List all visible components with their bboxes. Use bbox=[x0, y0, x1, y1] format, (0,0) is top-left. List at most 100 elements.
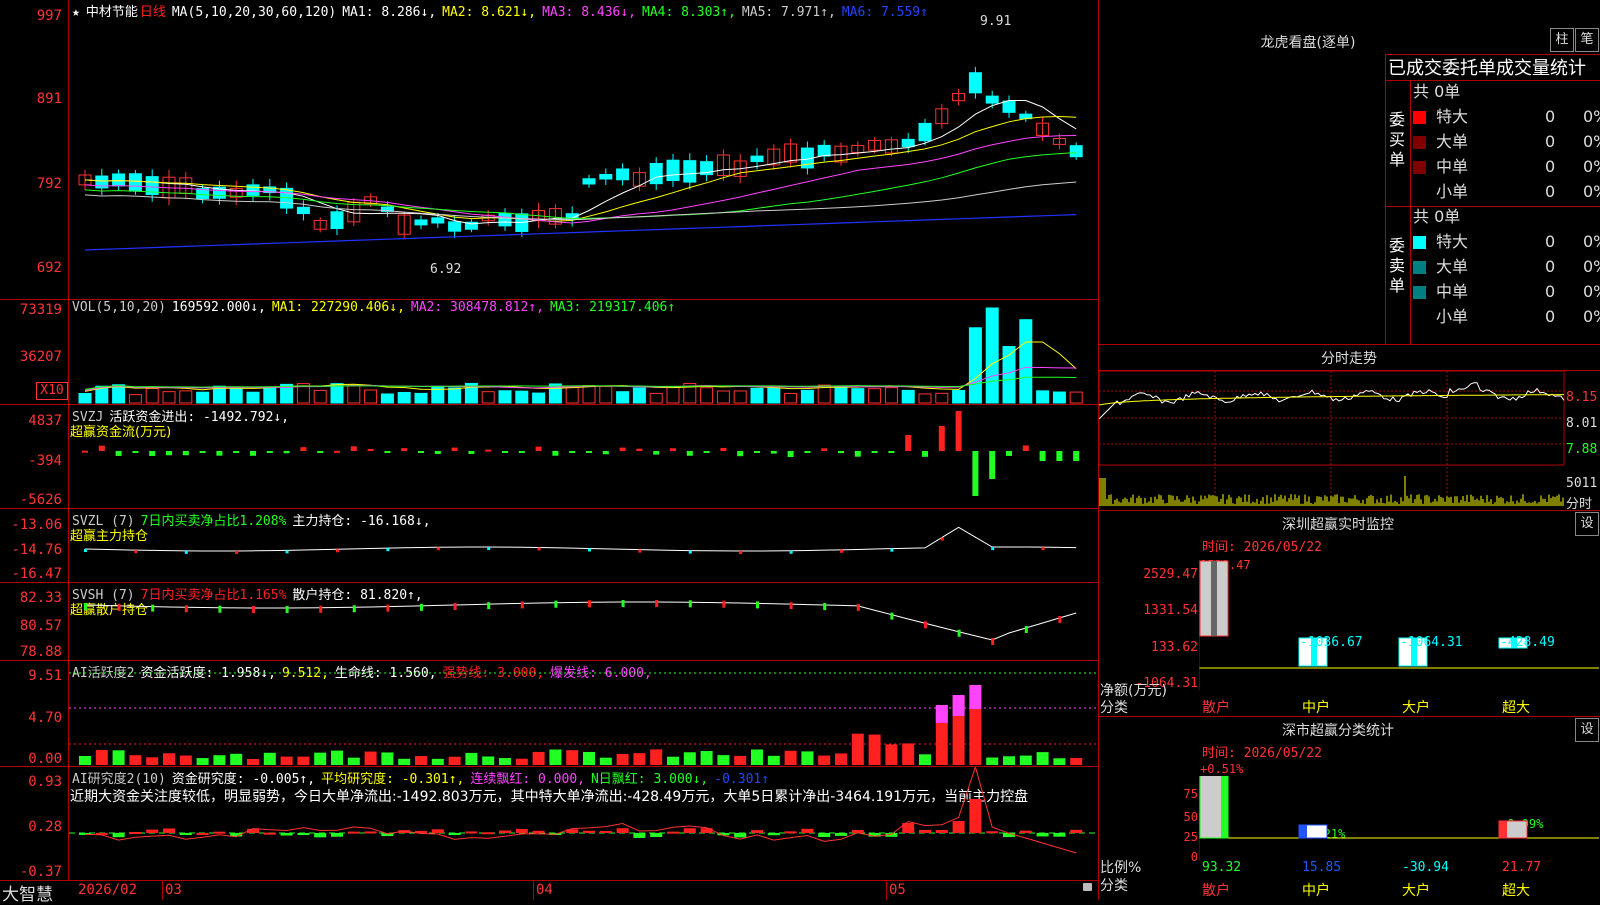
sh-ratio-chart[interactable] bbox=[1199, 776, 1600, 860]
row-pct: 0% bbox=[1583, 232, 1600, 251]
candle bbox=[582, 178, 596, 185]
panel-divider bbox=[1098, 716, 1600, 717]
activity-bar bbox=[919, 754, 931, 765]
indicator-tick bbox=[823, 603, 827, 611]
activity-bar bbox=[700, 751, 713, 765]
research-bar bbox=[650, 833, 663, 838]
research-bar bbox=[112, 833, 125, 838]
svzj-chart[interactable] bbox=[69, 405, 1098, 508]
svzl-chart[interactable] bbox=[69, 509, 1098, 582]
cat-medium: 中户 bbox=[1302, 883, 1330, 899]
indicator-tick bbox=[420, 603, 423, 611]
research-bar bbox=[482, 832, 495, 835]
flow-bar bbox=[972, 451, 979, 496]
bar-view-button[interactable]: 柱 bbox=[1550, 28, 1574, 52]
flow-bar bbox=[317, 451, 324, 453]
sell-row-0: 特大 0 0% bbox=[1413, 230, 1600, 254]
indicator-tick bbox=[789, 602, 793, 610]
activity-bar bbox=[247, 758, 259, 765]
buy-row-0: 特大 0 0% bbox=[1413, 105, 1600, 129]
flow-bar bbox=[737, 451, 744, 457]
flow-bar bbox=[670, 448, 676, 451]
date-tick: 03 bbox=[165, 882, 182, 898]
flow-bar bbox=[871, 451, 878, 453]
vol-unit-badge[interactable]: X10 bbox=[36, 382, 68, 400]
color-swatch bbox=[1413, 111, 1426, 124]
activity-bar bbox=[331, 750, 343, 765]
row-count: 0 bbox=[1545, 107, 1556, 126]
category-label: 分类 bbox=[1100, 878, 1128, 894]
sh-tick: 50 bbox=[1183, 810, 1198, 824]
flow-bar bbox=[804, 451, 811, 453]
research-bar bbox=[163, 828, 175, 833]
sz-tick: 133.62 bbox=[1151, 640, 1198, 655]
color-swatch bbox=[1413, 186, 1426, 199]
activity-bar bbox=[364, 751, 377, 765]
volume-bar bbox=[767, 387, 781, 404]
candle bbox=[918, 122, 932, 142]
indicator-tick bbox=[352, 605, 356, 613]
activity-bar bbox=[196, 758, 209, 765]
indicator-tick bbox=[117, 603, 121, 611]
row-pct: 0% bbox=[1583, 107, 1600, 126]
activity-bar bbox=[95, 749, 108, 765]
research-bar bbox=[683, 828, 696, 833]
indicator-tick bbox=[621, 600, 625, 608]
activity-bar bbox=[515, 758, 528, 765]
activity-bar bbox=[112, 750, 125, 765]
research-bar bbox=[263, 832, 276, 835]
flow-bar bbox=[653, 451, 660, 455]
indicator-tick bbox=[890, 612, 894, 620]
research-bar bbox=[734, 833, 747, 838]
tick-view-button[interactable]: 笔 bbox=[1575, 28, 1599, 52]
activity-bar bbox=[532, 751, 545, 765]
intraday-chart[interactable] bbox=[1099, 371, 1600, 510]
research-bar bbox=[1036, 833, 1049, 837]
sz-settings-button[interactable]: 设 bbox=[1575, 512, 1599, 536]
candle bbox=[128, 173, 142, 192]
activity-bar bbox=[381, 752, 394, 765]
volume-bar bbox=[884, 387, 898, 404]
color-swatch bbox=[1413, 161, 1426, 174]
app-logo: 大智慧 bbox=[2, 885, 53, 905]
flow-bar bbox=[485, 449, 492, 452]
volume-bar bbox=[935, 392, 949, 404]
activity-bar bbox=[179, 755, 192, 765]
research-bar bbox=[700, 828, 713, 833]
flow-bar bbox=[502, 451, 508, 453]
research-bar bbox=[499, 830, 511, 833]
svzj-tick: -394 bbox=[28, 453, 62, 469]
sz-net-chart[interactable] bbox=[1199, 560, 1600, 690]
flow-bar bbox=[82, 450, 88, 453]
sz-tick: 1331.54 bbox=[1143, 603, 1198, 618]
candle bbox=[968, 72, 982, 94]
color-swatch bbox=[1413, 261, 1426, 274]
svsh-tick: 78.88 bbox=[19, 644, 62, 660]
research-bar bbox=[280, 833, 293, 836]
price-candlestick-chart[interactable] bbox=[69, 0, 1098, 299]
volume-bar bbox=[196, 391, 210, 404]
svsh-chart[interactable] bbox=[69, 583, 1098, 660]
volume-bar bbox=[145, 388, 159, 404]
flow-bar bbox=[233, 451, 240, 454]
lock-icon[interactable] bbox=[1083, 883, 1092, 891]
activity-bar bbox=[902, 743, 915, 765]
volume-chart[interactable] bbox=[69, 300, 1098, 404]
date-tick: 04 bbox=[536, 882, 553, 898]
cat-large: 大户 bbox=[1402, 700, 1430, 716]
indicator-tick bbox=[756, 601, 759, 609]
indicator-tick bbox=[235, 550, 239, 554]
flow-bar bbox=[132, 451, 139, 453]
ai-activity-chart[interactable] bbox=[69, 661, 1098, 766]
sh-bar-super-edge bbox=[1499, 821, 1507, 838]
volume-bar bbox=[632, 387, 646, 404]
flow-bar bbox=[1073, 451, 1080, 461]
volume-bar bbox=[666, 385, 680, 404]
activity-bar bbox=[129, 755, 142, 765]
ai-research-chart[interactable] bbox=[69, 767, 1098, 880]
indicator-tick bbox=[588, 548, 591, 552]
sh-settings-button[interactable]: 设 bbox=[1575, 718, 1599, 742]
sell-orders-label: 委卖单 bbox=[1389, 236, 1406, 295]
indicator-tick bbox=[184, 550, 188, 554]
indicator-tick bbox=[1058, 616, 1062, 623]
